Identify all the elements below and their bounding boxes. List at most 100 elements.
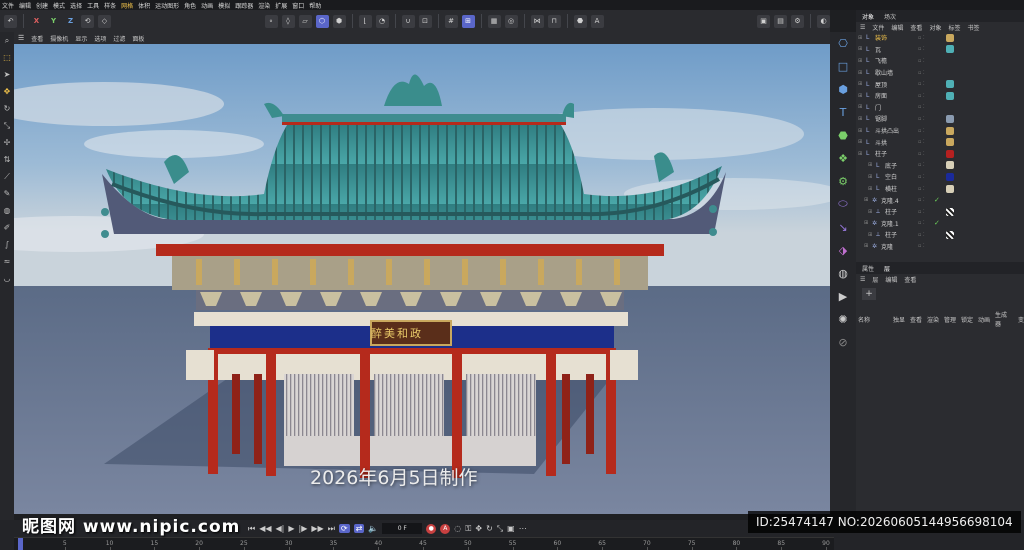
expand-icon[interactable]: ⊞ — [864, 220, 870, 226]
viewport-menu-icon[interactable]: ☰ — [18, 34, 24, 42]
brush-icon[interactable]: ✎ — [2, 188, 12, 199]
rotate-key-icon[interactable]: ↻ — [486, 524, 493, 533]
tab-layers[interactable]: 层 — [884, 264, 890, 273]
snap-icon[interactable]: ◇ — [98, 14, 111, 28]
visibility-dots[interactable]: ▫ ⁚ — [918, 162, 925, 168]
previous-frame-icon[interactable]: ◀| — [276, 524, 285, 533]
render-settings-icon[interactable]: ⚙ — [791, 14, 804, 28]
object-menu-object[interactable]: 对象 — [929, 23, 941, 32]
object-row[interactable]: ⊞ L 房面 ▫ ⁚ — [858, 90, 1024, 102]
object-name[interactable]: 横柱 — [885, 184, 935, 193]
cloner-icon[interactable]: ❖ — [835, 150, 851, 166]
menu-item[interactable]: 编辑 — [19, 1, 31, 10]
menu-item[interactable]: 跟踪器 — [235, 1, 253, 10]
visibility-dots[interactable]: ▫ ⁚ — [918, 46, 925, 52]
scale-key-icon[interactable]: ⤡ — [497, 524, 503, 534]
menu-item[interactable]: 运动图形 — [155, 1, 179, 10]
timeline-ruler[interactable]: 051015202530354045505560657075808590 — [14, 537, 834, 550]
deformer-icon[interactable]: ⚙ — [835, 173, 851, 189]
material-tag-icon[interactable] — [946, 80, 954, 89]
object-menu-view[interactable]: 查看 — [910, 23, 922, 32]
object-name[interactable]: 空白 — [885, 172, 935, 181]
menu-item[interactable]: 扩展 — [275, 1, 287, 10]
3d-viewport[interactable] — [14, 44, 830, 514]
viewport-menu-camera[interactable]: 摄像机 — [50, 34, 68, 43]
go-to-start-icon[interactable]: ⏮ — [248, 524, 255, 534]
object-row[interactable]: ⊞ L 横柱 ▫ ⁚ — [858, 183, 1024, 195]
object-menu-edit[interactable]: 编辑 — [891, 23, 903, 32]
move-key-icon[interactable]: ✥ — [475, 524, 482, 533]
object-row[interactable]: ⊞ L 空白 ▫ ⁚ — [858, 171, 1024, 183]
playhead[interactable] — [18, 538, 23, 550]
expand-icon[interactable]: ⊞ — [868, 174, 874, 180]
object-row[interactable]: ⊞ L 斗拱 ▫ ⁚ — [858, 136, 1024, 148]
viewport-menu-filter[interactable]: 过滤 — [113, 34, 125, 43]
visibility-dots[interactable]: ▫ ⁚ — [918, 174, 925, 180]
environment-icon[interactable]: ◍ — [835, 265, 851, 281]
expand-icon[interactable]: ⊞ — [858, 58, 864, 64]
viewport-menu-panel[interactable]: 面板 — [132, 34, 144, 43]
object-row[interactable]: ⊞ L 屋顶 ▫ ⁚ — [858, 78, 1024, 90]
object-row[interactable]: ⊞ ✲ 克隆 ▫ ⁚ — [858, 241, 1024, 253]
menu-item[interactable]: 网格 — [121, 1, 133, 10]
enabled-check-icon[interactable]: ✓ — [934, 196, 940, 204]
render-picture-viewer-icon[interactable]: ▤ — [774, 14, 787, 28]
object-row[interactable]: ⊞ L 底子 ▫ ⁚ — [858, 160, 1024, 172]
material-tag-icon[interactable] — [946, 161, 954, 170]
menu-item[interactable]: 渲染 — [258, 1, 270, 10]
visibility-dots[interactable]: ▫ ⁚ — [918, 93, 925, 99]
expand-icon[interactable]: ⊞ — [864, 243, 870, 249]
menu-item[interactable]: 动画 — [201, 1, 213, 10]
axis-y-toggle[interactable]: Y — [47, 15, 60, 28]
visibility-dots[interactable]: ▫ ⁚ — [918, 151, 925, 157]
object-row[interactable]: ⊞ ⟂ 柱子 ▫ ⁚ — [858, 206, 1024, 218]
camera-icon[interactable]: ⎔ — [835, 35, 851, 51]
generator-icon[interactable]: ⬣ — [835, 127, 851, 143]
object-row[interactable]: ⊞ L 瓦 ▫ ⁚ — [858, 44, 1024, 56]
expand-icon[interactable]: ⊞ — [858, 128, 864, 134]
expand-icon[interactable]: ⊞ — [858, 151, 864, 157]
sound-icon[interactable]: 🔈 — [368, 524, 378, 533]
menu-item[interactable]: 帮助 — [309, 1, 321, 10]
material-tag-icon[interactable] — [946, 91, 954, 100]
object-menu-bookmarks[interactable]: 书签 — [967, 23, 979, 32]
menu-item[interactable]: 窗口 — [292, 1, 304, 10]
visibility-dots[interactable]: ▫ ⁚ — [918, 58, 925, 64]
move-icon[interactable]: ✥ — [2, 86, 12, 97]
material-tag-icon[interactable] — [946, 172, 954, 181]
current-frame-field[interactable]: 0 F — [382, 523, 423, 534]
cube-primitive-icon[interactable]: ⬢ — [835, 81, 851, 97]
expand-icon[interactable]: ⊞ — [858, 116, 864, 122]
menu-item[interactable]: 模式 — [53, 1, 65, 10]
selection-icon[interactable]: ⬚ — [2, 52, 12, 63]
polygons-mode-icon[interactable]: ▱ — [298, 14, 312, 28]
menu-item[interactable]: 样条 — [104, 1, 116, 10]
tab-attributes[interactable]: 属性 — [862, 264, 874, 273]
grid-snap-icon[interactable]: # — [444, 14, 458, 28]
expand-icon[interactable]: ⊞ — [868, 186, 874, 192]
magnet-snap-icon[interactable]: ∪ — [401, 14, 415, 28]
object-row[interactable]: ⊞ L 装饰 ▫ ⁚ — [858, 32, 1024, 44]
menu-item[interactable]: 文件 — [2, 1, 14, 10]
expand-icon[interactable]: ⊞ — [858, 104, 864, 110]
tab-takes[interactable]: 场次 — [884, 12, 896, 21]
object-row[interactable]: ⊞ L 斗拱凸出 ▫ ⁚ — [858, 125, 1024, 137]
pla-key-icon[interactable]: ⋯ — [519, 524, 527, 533]
cursor-icon[interactable]: ➤ — [2, 69, 12, 80]
visibility-dots[interactable]: ▫ ⁚ — [918, 70, 925, 76]
layer-menu-view[interactable]: 查看 — [904, 275, 916, 284]
object-row[interactable]: ⊞ ✲ 克隆.4 ▫ ⁚ ✓ — [858, 194, 1024, 206]
undo-icon[interactable]: ↶ — [4, 14, 17, 28]
expand-icon[interactable]: ⊞ — [858, 81, 864, 87]
points-mode-icon[interactable]: ∘ — [264, 14, 278, 28]
rotate-icon[interactable]: ↻ — [2, 103, 12, 114]
axis-x-toggle[interactable]: X — [30, 15, 43, 28]
visibility-dots[interactable]: ▫ ⁚ — [918, 139, 925, 145]
transform-icon[interactable]: ✢ — [2, 137, 12, 148]
object-row[interactable]: ⊞ L 柱子 ▫ ⁚ — [858, 148, 1024, 160]
menu-item[interactable]: 选择 — [70, 1, 82, 10]
null-object-icon[interactable]: □ — [835, 58, 851, 74]
text-icon[interactable]: T — [835, 104, 851, 120]
material-tag-icon[interactable] — [946, 126, 954, 135]
expand-icon[interactable]: ⊞ — [858, 46, 864, 52]
